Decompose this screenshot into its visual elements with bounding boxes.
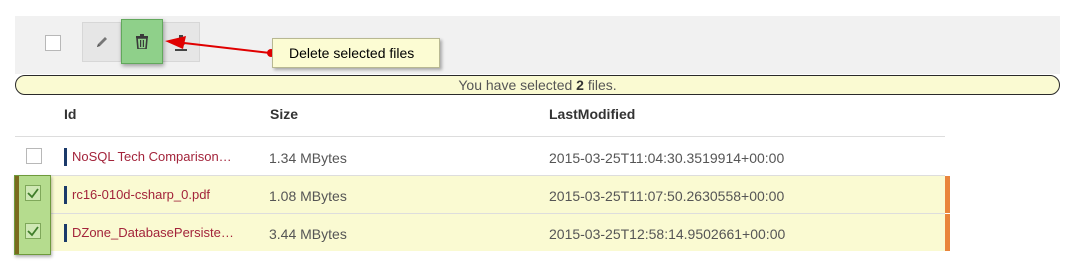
download-button[interactable] [160,22,200,62]
file-modified: 2015-03-25T12:58:14.9502661+00:00 [549,226,786,242]
checkmark-icon [27,188,39,199]
row-checkbox[interactable] [26,148,42,164]
delete-button[interactable] [121,19,163,64]
trash-icon [136,34,148,49]
file-id[interactable]: DZone_DatabasePersiste… [72,225,234,240]
row-accent [64,148,67,166]
checkmark-icon [27,226,39,237]
banner-suffix: files. [583,77,617,93]
header-divider [15,136,945,137]
table-row[interactable]: rc16-010d-csharp_0.pdf 1.08 MBytes 2015-… [15,176,950,213]
file-id[interactable]: rc16-010d-csharp_0.pdf [72,187,210,202]
banner-prefix: You have selected [458,77,577,93]
edit-button[interactable] [82,22,121,62]
column-header-size[interactable]: Size [270,106,298,122]
column-header-id[interactable]: Id [64,106,76,122]
file-id[interactable]: NoSQL Tech Comparison… [72,149,232,164]
selected-checkbox-highlight [14,175,51,255]
table-row[interactable]: DZone_DatabasePersiste… 3.44 MBytes 2015… [15,214,950,251]
download-icon [175,35,187,51]
table-row[interactable]: NoSQL Tech Comparison… 1.34 MBytes 2015-… [15,138,945,175]
file-modified: 2015-03-25T11:07:50.2630558+00:00 [549,188,785,204]
pencil-icon [97,37,107,47]
row-checkbox-checked[interactable] [25,185,41,201]
selection-bar [15,176,19,254]
file-modified: 2015-03-25T11:04:30.3519914+00:00 [549,150,785,166]
file-size: 1.34 MBytes [269,150,347,166]
file-size: 1.08 MBytes [269,188,347,204]
row-accent [64,186,67,204]
file-size: 3.44 MBytes [269,226,347,242]
select-all-checkbox[interactable] [45,35,61,51]
row-accent [64,224,67,242]
delete-tooltip: Delete selected files [272,38,440,68]
banner-count: 2 [576,77,584,93]
selection-banner: You have selected 2 files. [15,75,1060,95]
column-header-lastmodified[interactable]: LastModified [549,106,635,122]
tooltip-text: Delete selected files [289,45,415,61]
row-checkbox-checked[interactable] [25,223,41,239]
